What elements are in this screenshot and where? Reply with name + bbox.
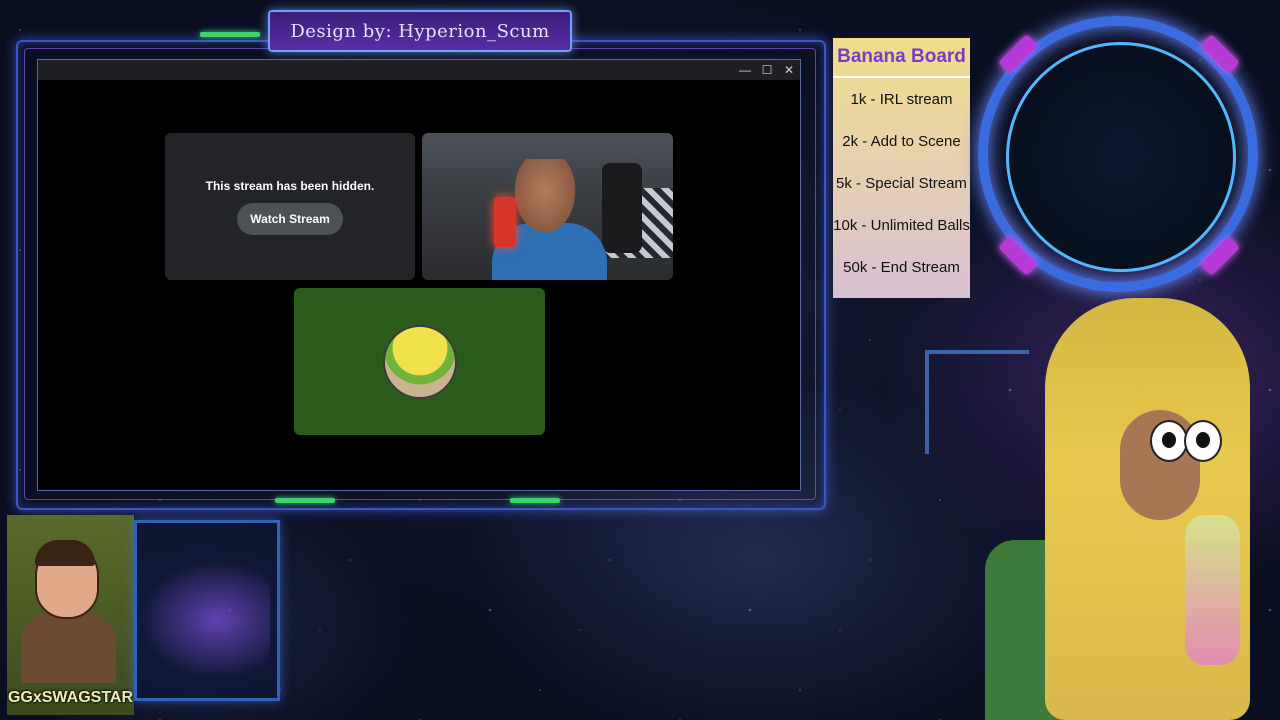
- person-face: [510, 159, 580, 239]
- banana-board-item: 5k - Special Stream: [836, 174, 967, 192]
- googly-eye-icon: [1184, 420, 1222, 462]
- portal-window: [1006, 42, 1236, 272]
- banana-board-item: 50k - End Stream: [843, 258, 960, 276]
- call-window: — ☐ ✕ This stream has been hidden. Watch…: [37, 59, 801, 491]
- banana-board-item: 10k - Unlimited Balls: [833, 216, 970, 234]
- logo-character-body: [21, 613, 116, 683]
- logo-character-hair: [35, 540, 95, 566]
- banana-board-title: Banana Board: [833, 38, 970, 78]
- hidden-stream-tile: This stream has been hidden. Watch Strea…: [165, 133, 415, 280]
- accent-bar-bottom-right: [510, 498, 560, 503]
- close-button[interactable]: ✕: [778, 60, 800, 80]
- banana-board-panel: Banana Board 1k - IRL stream 2k - Add to…: [833, 38, 970, 298]
- banana-board-item: 1k - IRL stream: [850, 90, 953, 108]
- glass-bong: [1185, 515, 1240, 665]
- nebula-glow: [140, 560, 270, 680]
- design-credit-banner: Design by: Hyperion_Scum: [268, 10, 572, 52]
- hidden-stream-message: This stream has been hidden.: [205, 178, 375, 193]
- banana-board-item: 2k - Add to Scene: [842, 132, 961, 150]
- googly-eye-icon: [1150, 420, 1188, 462]
- design-credit-text: Design by: Hyperion_Scum: [290, 20, 550, 42]
- neon-bracket: [925, 350, 1029, 454]
- avatar-tile[interactable]: [294, 288, 545, 435]
- window-titlebar: — ☐ ✕: [38, 60, 800, 80]
- minimize-button[interactable]: —: [734, 60, 756, 80]
- logo-text: GGxSWAGSTAR: [7, 689, 134, 706]
- accent-bar-top: [200, 32, 260, 37]
- portal-frame: [978, 16, 1258, 292]
- red-light: [494, 197, 516, 247]
- webcam-video-tile[interactable]: [422, 133, 673, 280]
- accent-bar-bottom-left: [275, 498, 335, 503]
- channel-logo: GGxSWAGSTAR: [7, 515, 134, 715]
- watch-stream-button[interactable]: Watch Stream: [237, 202, 343, 235]
- pepe-avatar-icon: [382, 324, 457, 399]
- maximize-button[interactable]: ☐: [756, 60, 778, 80]
- gaming-chair: [602, 163, 642, 253]
